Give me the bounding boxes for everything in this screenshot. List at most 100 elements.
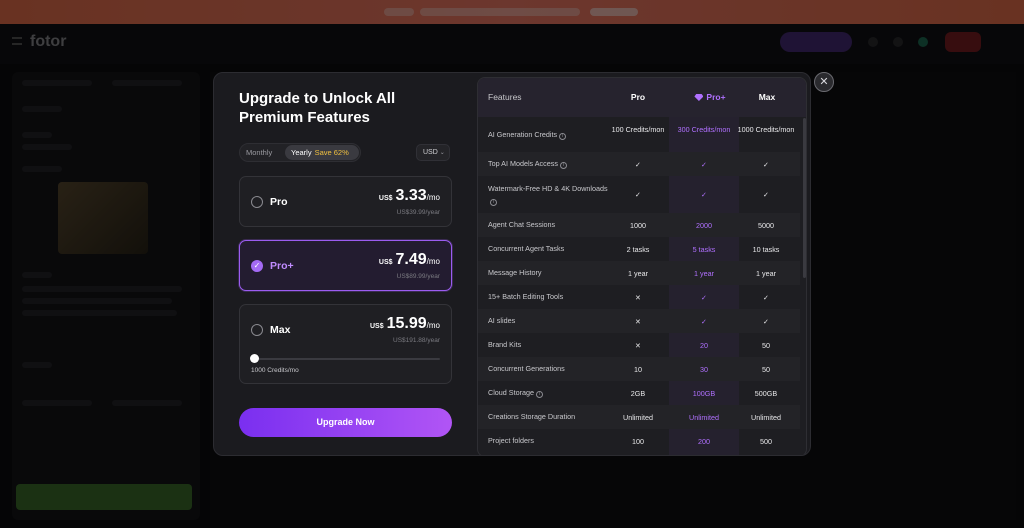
plan-yearly-price: US$191.88/year — [393, 337, 440, 344]
feature-name: Watermark-Free HD & 4K Downloads i — [488, 183, 608, 207]
chevron-down-icon: ⌄ — [439, 150, 445, 156]
plan-card-max[interactable]: Max US$ 15.99/mo US$191.88/year 1000 Cred… — [239, 304, 452, 384]
upgrade-modal: Upgrade to Unlock All Premium Features M… — [213, 72, 811, 456]
header-pro: Pro — [630, 92, 646, 102]
feature-label: Message History — [488, 268, 542, 277]
radio-button[interactable] — [251, 196, 263, 208]
cell-pro: ✓ — [634, 190, 642, 199]
check-icon[interactable]: ✓ — [251, 260, 263, 272]
table-row: Creations Storage Duration Unlimited Unlim… — [478, 405, 800, 429]
currency-label: USD — [423, 149, 438, 156]
radio-button[interactable] — [251, 324, 263, 336]
feature-name: AI Generation Credits i — [488, 129, 608, 141]
cell-proplus: ✓ — [700, 316, 708, 326]
cell-max: 50 — [762, 364, 770, 374]
billing-monthly-option[interactable]: Monthly — [246, 148, 272, 157]
cell-max: ✓ — [762, 190, 770, 199]
plan-yearly-price: US$89.99/year — [396, 273, 440, 280]
cell-pro: 100 Credits/mon — [611, 124, 665, 134]
upgrade-now-button[interactable]: Upgrade Now — [239, 408, 452, 437]
cell-proplus: 100GB — [692, 388, 716, 398]
feature-label: Brand Kits — [488, 340, 522, 349]
cell-pro: 2GB — [630, 388, 646, 398]
header-proplus-label: Pro+ — [706, 92, 726, 102]
feature-label: AI Generation Credits — [488, 129, 558, 139]
cell-proplus: 300 Credits/mon — [677, 124, 731, 134]
cell-pro: 1000 — [630, 220, 646, 230]
price-currency: US$ — [378, 259, 393, 266]
plan-card-pro[interactable]: Pro US$ 3.33/mo US$39.99/year — [239, 176, 452, 227]
save-badge: Save 62% — [314, 148, 349, 157]
table-row: AI Generation Credits i 100 Credits/mon 300… — [478, 117, 800, 152]
price-period: /mo — [426, 321, 440, 330]
cell-pro: ✓ — [634, 159, 642, 169]
cell-max: ✓ — [762, 159, 770, 169]
feature-name: 15+ Batch Editing Tools — [488, 291, 608, 303]
billing-yearly-option[interactable]: Yearly Save 62% — [285, 145, 359, 160]
price-period: /mo — [426, 257, 440, 266]
cell-pro: 2 tasks — [626, 244, 650, 254]
feature-name: Concurrent Generations — [488, 363, 608, 375]
plan-card-proplus[interactable]: ✓ Pro+ US$ 7.49/mo US$89.99/year — [239, 240, 452, 291]
cell-proplus: 1 year — [694, 268, 714, 278]
table-row: Agent Chat Sessions 1000 2000 5000 — [478, 213, 800, 237]
feature-label: Concurrent Generations — [488, 364, 565, 373]
feature-label: Project folders — [488, 436, 534, 445]
feature-label: 15+ Batch Editing Tools — [488, 292, 564, 301]
table-header: Features Pro Pro+ Max — [478, 78, 806, 117]
feature-label: Watermark-Free HD & 4K Downloads — [488, 183, 608, 193]
credits-slider-track[interactable] — [254, 358, 440, 360]
cell-proplus: 200 — [698, 436, 710, 446]
feature-name: Project folders — [488, 435, 608, 447]
info-icon[interactable]: i — [490, 198, 497, 206]
cell-max: 10 tasks — [752, 244, 780, 254]
cell-proplus: 5 tasks — [692, 244, 716, 254]
table-row: AI slides ✕ ✓ ✓ — [478, 309, 800, 333]
info-icon[interactable]: i — [559, 162, 567, 169]
table-row: Concurrent Generations 10 30 50 — [478, 357, 800, 381]
billing-toggle: Monthly Yearly Save 62% — [239, 143, 361, 162]
credits-slider-label: 1000 Credits/mo — [251, 367, 299, 374]
cell-proplus: ✓ — [700, 159, 708, 169]
table-scrollbar[interactable] — [803, 118, 806, 278]
feature-name: Top AI Models Access i — [488, 158, 608, 170]
price-amount: 15.99 — [386, 315, 427, 332]
billing-yearly-label: Yearly — [291, 148, 312, 157]
table-row: Watermark-Free HD & 4K Downloads i ✓ ✓ ✓ — [478, 176, 800, 213]
header-max: Max — [758, 92, 776, 102]
cell-max: ✓ — [762, 316, 770, 326]
price-amount: 3.33 — [395, 187, 427, 204]
cell-pro: ✕ — [634, 292, 642, 302]
plan-price: US$ 3.33/mo — [379, 187, 440, 205]
plan-yearly-price: US$39.99/year — [396, 209, 440, 216]
plans-panel: Upgrade to Unlock All Premium Features M… — [214, 73, 476, 455]
cell-max: 500 — [760, 436, 772, 446]
header-proplus: Pro+ — [682, 92, 738, 102]
cell-pro: ✕ — [634, 316, 642, 326]
credits-slider-handle[interactable] — [250, 354, 259, 363]
feature-label: Creations Storage Duration — [488, 412, 576, 421]
price-currency: US$ — [369, 323, 384, 330]
plan-price: US$ 7.49/mo — [379, 251, 440, 269]
cell-pro: Unlimited — [623, 412, 653, 422]
close-icon[interactable]: ✕ — [814, 72, 834, 92]
features-table: Features Pro Pro+ Max AI Generation Cred… — [477, 77, 807, 455]
price-currency: US$ — [378, 195, 393, 202]
info-icon[interactable]: i — [535, 391, 543, 398]
feature-label: Agent Chat Sessions — [488, 220, 556, 229]
cell-max: 500GB — [754, 388, 778, 398]
modal-title: Upgrade to Unlock All Premium Features — [239, 90, 396, 126]
feature-label: Concurrent Agent Tasks — [488, 244, 565, 253]
table-row: Brand Kits ✕ 20 50 — [478, 333, 800, 357]
feature-name: Creations Storage Duration — [488, 411, 608, 423]
currency-select[interactable]: USD ⌄ — [416, 144, 450, 161]
info-icon[interactable]: i — [559, 132, 567, 140]
cell-proplus: 30 — [700, 364, 708, 374]
cell-max: 1 year — [756, 268, 776, 278]
cell-pro: 10 — [634, 364, 642, 374]
feature-name: Brand Kits — [488, 339, 608, 351]
feature-label: AI slides — [488, 316, 516, 325]
table-row: Concurrent Agent Tasks 2 tasks 5 tasks 10 t… — [478, 237, 800, 261]
table-row: 15+ Batch Editing Tools ✕ ✓ ✓ — [478, 285, 800, 309]
cell-proplus: ✓ — [700, 292, 708, 302]
